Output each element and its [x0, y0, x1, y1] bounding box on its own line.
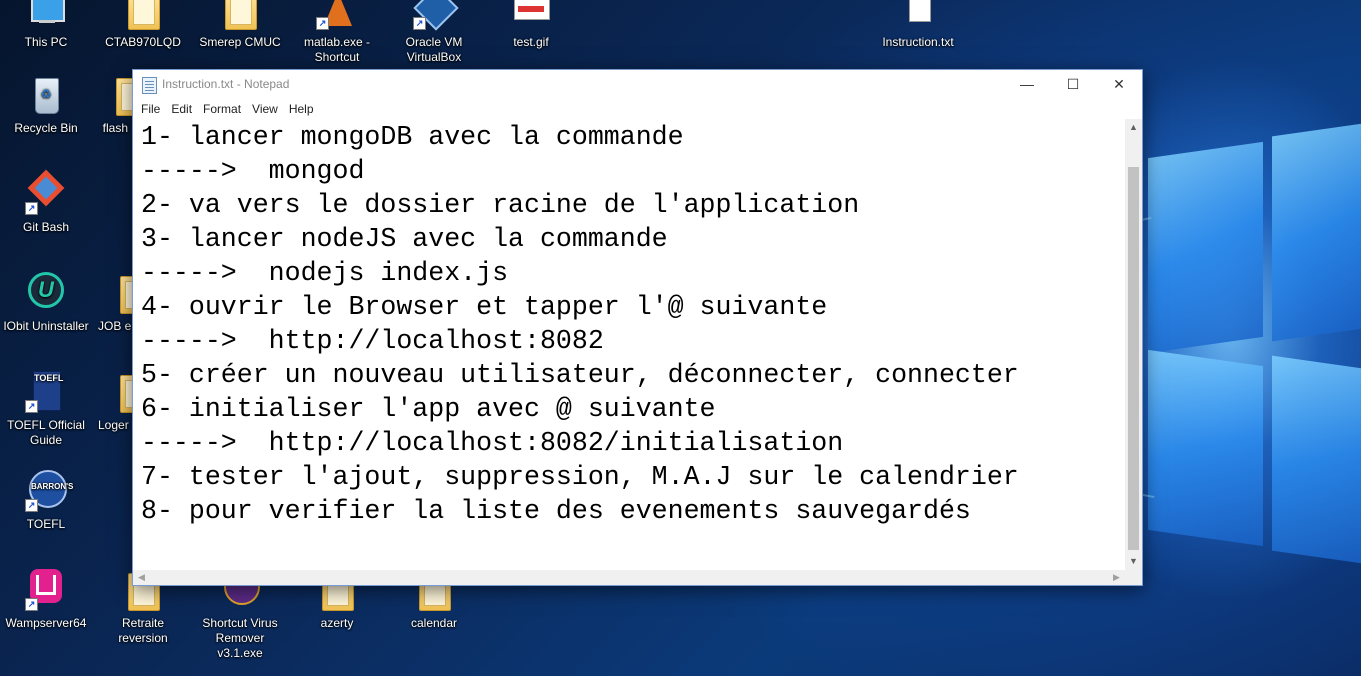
notepad-icon [142, 77, 157, 94]
iobit-uninstaller-icon: U [23, 270, 69, 316]
desktop-icon-virtualbox[interactable]: ↗ Oracle VM VirtualBox [387, 0, 481, 65]
barrons-toefl-icon: BARRON'S ↗ [23, 468, 73, 514]
desktop-icon-flash[interactable]: flash [78, 72, 148, 136]
desktop-icon-instruction-txt[interactable]: Instruction.txt [871, 0, 965, 50]
desktop-icon-smerep-cmuc[interactable]: Smerep CMUC [193, 0, 287, 50]
shortcut-arrow-icon: ↗ [25, 598, 38, 611]
text-line: -----> http://localhost:8082/initialisat… [141, 428, 844, 458]
computer-icon [23, 0, 69, 32]
matlab-icon: ↗ [314, 0, 360, 32]
text-line: 8- pour verifier la liste des evenements… [141, 496, 971, 526]
text-line: -----> nodejs index.js [141, 258, 509, 288]
scrollbar-corner [1125, 570, 1142, 585]
desktop-icon-label: Instruction.txt [882, 35, 954, 49]
folder-icon [120, 0, 166, 32]
menu-format[interactable]: Format [199, 99, 245, 116]
close-button[interactable]: ✕ [1096, 70, 1142, 99]
desktop-icon-this-pc[interactable]: This PC [0, 0, 93, 50]
desktop-icon-label: CTAB970LQD [105, 35, 181, 49]
horizontal-scrollbar[interactable]: ◀ ▶ [133, 570, 1125, 585]
git-bash-icon: ↗ [23, 169, 69, 217]
desktop-icon-wampserver[interactable]: ↗ Wampserver64 [0, 567, 93, 631]
shortcut-arrow-icon: ↗ [25, 400, 38, 413]
scroll-left-icon[interactable]: ◀ [133, 570, 150, 585]
desktop-icon-label: TOEFL Official Guide [7, 418, 85, 447]
desktop-icon-label: matlab.exe - Shortcut [303, 35, 371, 64]
desktop-icon-label: Wampserver64 [5, 616, 87, 630]
scroll-up-icon[interactable]: ▲ [1125, 119, 1142, 136]
window-title: Instruction.txt - Notepad [162, 77, 290, 91]
desktop-icon-matlab[interactable]: ↗ matlab.exe - Shortcut [290, 0, 384, 65]
text-line: 3- lancer nodeJS avec la commande [141, 224, 668, 254]
desktop-icon-label: TOEFL [26, 517, 66, 531]
vertical-scrollbar[interactable]: ▲ ▼ [1125, 119, 1142, 570]
text-file-icon [895, 0, 941, 32]
desktop-icon-label: Retraite reversion [118, 616, 168, 645]
menu-view[interactable]: View [248, 99, 282, 116]
text-line: 6- initialiser l'app avec @ suivante [141, 394, 716, 424]
menu-help[interactable]: Help [285, 99, 318, 116]
wampserver-icon: ↗ [23, 567, 69, 613]
desktop-icon-iobit[interactable]: U IObit Uninstaller [0, 270, 93, 334]
folder-icon [217, 0, 263, 32]
shortcut-arrow-icon: ↗ [316, 17, 329, 30]
shortcut-arrow-icon: ↗ [25, 499, 38, 512]
desktop-icon-label: flash [102, 121, 128, 135]
text-line: 5- créer un nouveau utilisateur, déconne… [141, 360, 1019, 390]
notepad-window[interactable]: Instruction.txt - Notepad — ☐ ✕ File Edit… [132, 69, 1143, 586]
text-line: 1- lancer mongoDB avec la commande [141, 122, 684, 152]
desktop-icon-toefl[interactable]: BARRON'S ↗ TOEFL [0, 468, 93, 532]
desktop-icon-label: Git Bash [22, 220, 70, 234]
desktop-icon-label: Shortcut Virus Remover v3.1.exe [202, 616, 278, 660]
desktop-icon-ctab970lqd[interactable]: CTAB970LQD [96, 0, 190, 50]
vertical-scroll-thumb[interactable] [1128, 167, 1139, 550]
text-line: 2- va vers le dossier racine de l'applic… [141, 190, 860, 220]
desktop-icon-test-gif[interactable]: test.gif [484, 0, 578, 50]
shortcut-arrow-icon: ↗ [25, 202, 38, 215]
desktop-icon-label: Smerep CMUC [199, 35, 281, 49]
virtualbox-icon: ↗ [411, 0, 459, 32]
desktop-icon-label: calendar [410, 616, 458, 630]
menu-bar: File Edit Format View Help [133, 99, 1142, 119]
scroll-right-icon[interactable]: ▶ [1108, 570, 1125, 585]
minimize-button[interactable]: — [1004, 70, 1050, 99]
shortcut-arrow-icon: ↗ [413, 17, 426, 30]
text-line: 4- ouvrir le Browser et tapper l'@ suiva… [141, 292, 828, 322]
maximize-button[interactable]: ☐ [1050, 70, 1096, 99]
toefl-book-icon: TOEFL ↗ [23, 369, 69, 415]
desktop-icon-label: IObit Uninstaller [3, 319, 89, 333]
desktop-icon-label: azerty [320, 616, 354, 630]
desktop-icon-git-bash[interactable]: ↗ Git Bash [0, 169, 93, 235]
recycle-bin-icon: ♻ [23, 72, 69, 118]
text-line: -----> mongod [141, 156, 365, 186]
text-line: 7- tester l'ajout, suppression, M.A.J su… [141, 462, 1019, 492]
desktop-icon-label: This PC [24, 35, 68, 49]
image-file-icon [508, 0, 554, 32]
desktop-icon-toefl-guide[interactable]: TOEFL ↗ TOEFL Official Guide [0, 369, 93, 448]
text-line: -----> http://localhost:8082 [141, 326, 604, 356]
text-editor-area[interactable]: 1- lancer mongoDB avec la commande ----->… [133, 119, 1125, 570]
menu-file[interactable]: File [137, 99, 164, 116]
desktop-icon-label: test.gif [513, 35, 549, 49]
title-bar[interactable]: Instruction.txt - Notepad — ☐ ✕ [133, 70, 1142, 99]
scroll-down-icon[interactable]: ▼ [1125, 553, 1142, 570]
desktop-icon-label: Oracle VM VirtualBox [405, 35, 463, 64]
menu-edit[interactable]: Edit [167, 99, 196, 116]
